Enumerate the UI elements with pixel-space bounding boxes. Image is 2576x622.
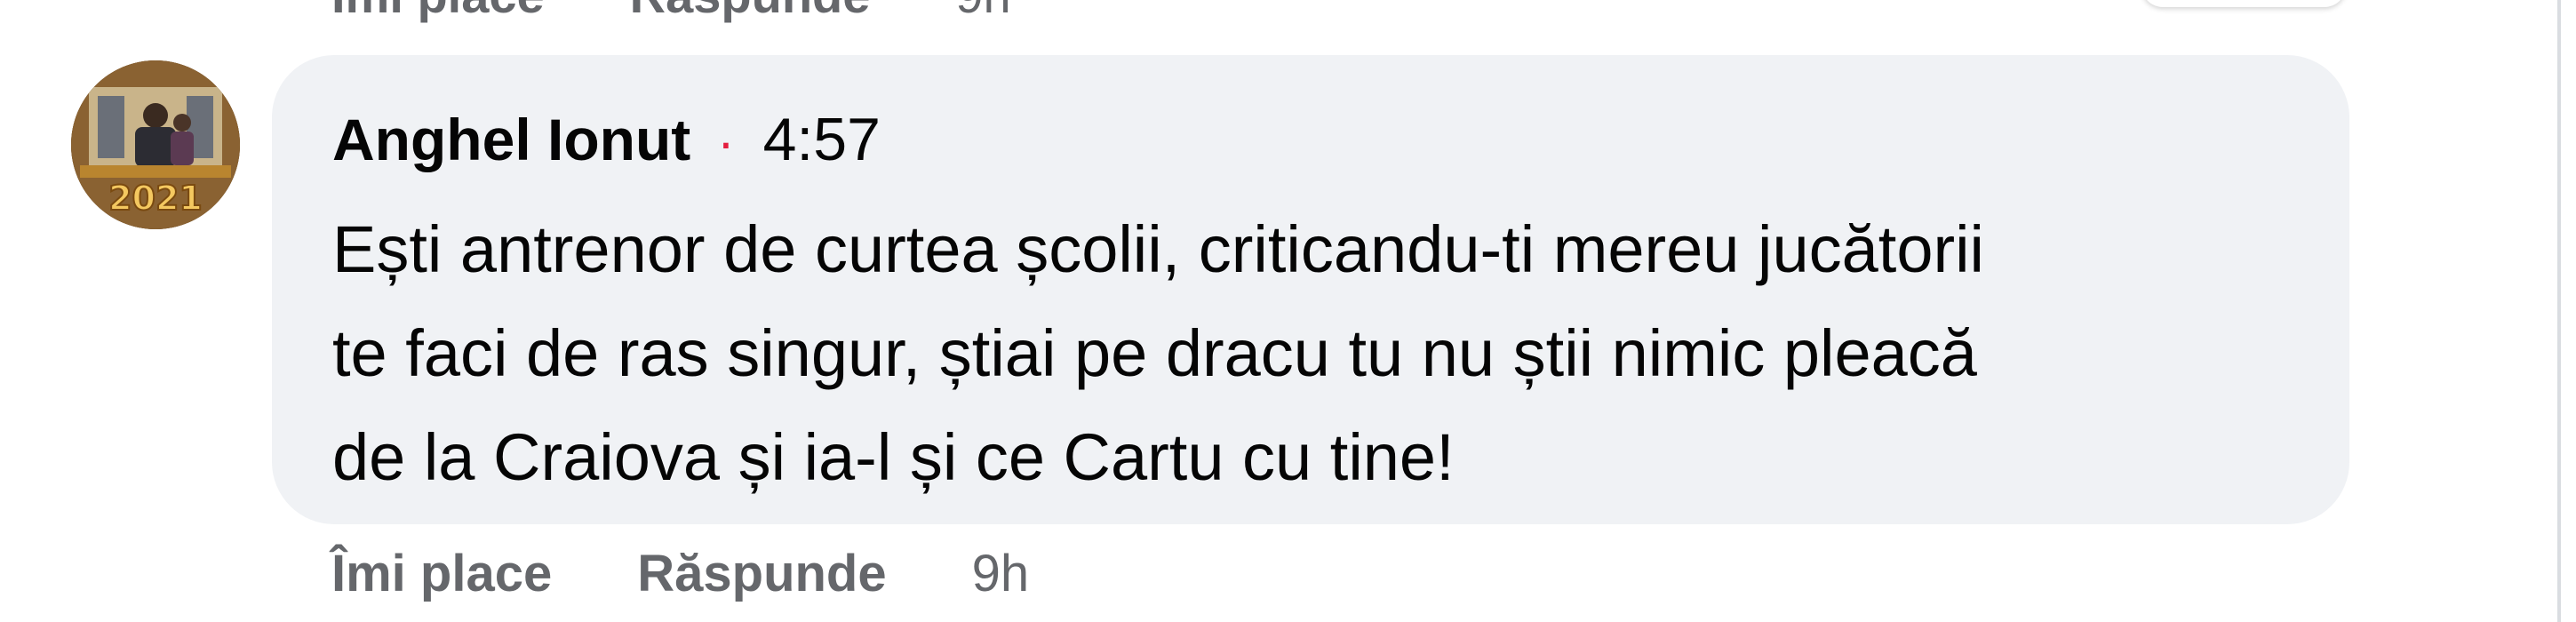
- comment-actions: Îmi place Răspunde 9h: [331, 544, 1029, 603]
- comment-header: Anghel Ionut · 4:57: [332, 105, 881, 174]
- scrollbar-edge[interactable]: [2557, 0, 2561, 622]
- separator-dot: ·: [717, 114, 735, 171]
- comment-thread: Îmi place Răspunde 9h 2021 Anghel Ionut …: [0, 0, 2576, 622]
- comment-bubble: Anghel Ionut · 4:57 Ești antrenor de cur…: [272, 55, 2349, 524]
- avatar[interactable]: 2021: [71, 60, 240, 229]
- author-name[interactable]: Anghel Ionut: [332, 106, 690, 173]
- comment-age[interactable]: 9h: [972, 544, 1030, 603]
- comment-text: Ești antrenor de curtea școlii, critican…: [332, 212, 1984, 494]
- previous-like-link[interactable]: Îmi place: [331, 0, 545, 24]
- previous-comment-time: 9h: [955, 0, 1010, 24]
- like-link[interactable]: Îmi place: [331, 544, 552, 603]
- previous-comment-actions: Îmi place Răspunde 9h: [331, 0, 1011, 24]
- avatar-badge-text: 2021: [108, 179, 203, 218]
- reply-link[interactable]: Răspunde: [637, 544, 886, 603]
- comment-timestamp[interactable]: 4:57: [763, 105, 881, 174]
- previous-reactions-pill[interactable]: [2141, 0, 2346, 7]
- previous-reply-link[interactable]: Răspunde: [630, 0, 871, 24]
- avatar-image: 2021: [71, 60, 240, 229]
